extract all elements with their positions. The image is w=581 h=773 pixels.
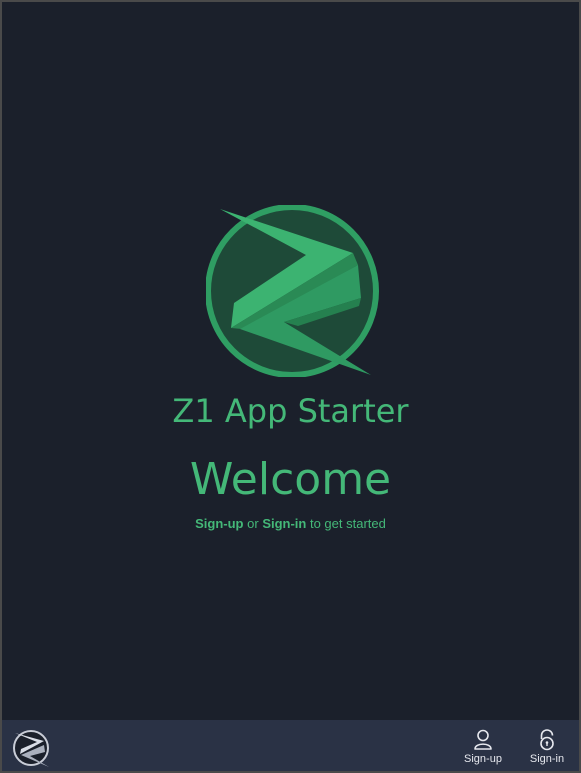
welcome-heading: Welcome [189, 454, 392, 505]
z1-brand-icon[interactable] [10, 728, 52, 768]
app-title: Z1 App Starter [172, 392, 409, 430]
signup-link[interactable]: Sign-up [195, 516, 243, 531]
bottom-nav-bar: Sign-up Sign-in [2, 720, 579, 771]
signin-nav-label: Sign-in [529, 753, 565, 765]
app-window: Z1 App Starter Welcome Sign-up or Sign-i… [0, 0, 581, 773]
user-icon [474, 729, 492, 750]
signin-nav-button[interactable]: Sign-in [520, 729, 574, 767]
signup-nav-button[interactable]: Sign-up [456, 729, 510, 767]
get-started-text: Sign-up or Sign-in to get started [2, 516, 579, 532]
signin-link[interactable]: Sign-in [262, 516, 306, 531]
main-content: Z1 App Starter Welcome Sign-up or Sign-i… [2, 2, 579, 720]
unlock-icon [540, 729, 554, 751]
or-text: or [243, 516, 263, 531]
suffix-text: to get started [306, 516, 386, 531]
signup-nav-label: Sign-up [464, 753, 502, 765]
z1-logo-icon [206, 205, 379, 377]
